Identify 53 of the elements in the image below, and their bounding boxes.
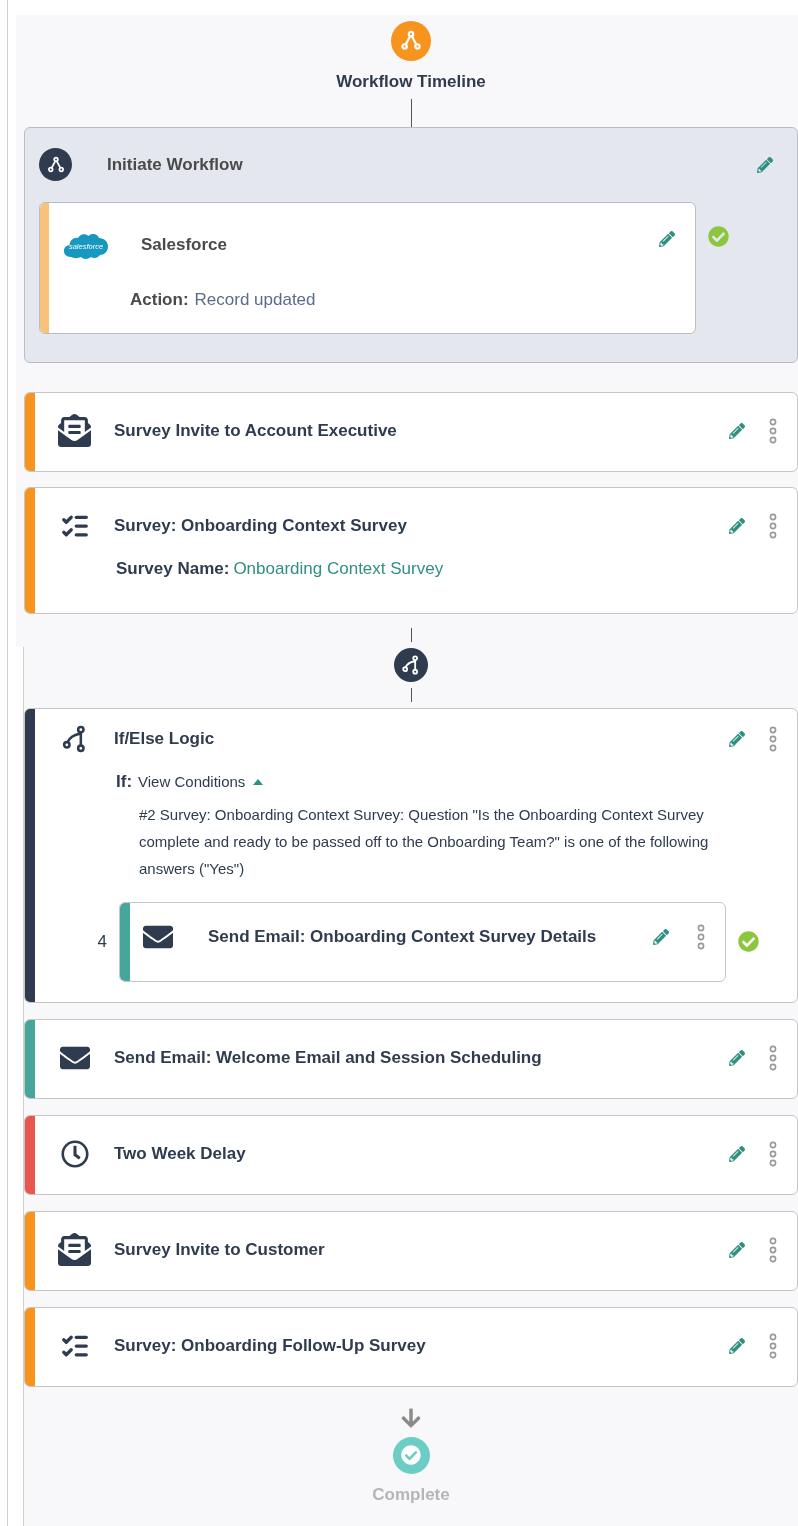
condition-label: If: [116,771,133,793]
edit-icon[interactable] [729,517,745,534]
step-title: Send Email: Welcome Email and Session Scheduling [114,1046,543,1069]
trigger-title: Initiate Workflow [107,153,244,176]
more-options-icon[interactable] [769,1236,777,1263]
step-title: Send Email: Onboarding Context Survey Details [208,925,598,948]
edit-icon[interactable] [659,230,675,247]
logic-card[interactable] [24,708,798,1003]
step-title: Survey Invite to Customer [114,1238,326,1261]
workflow-icon [391,21,431,61]
edit-icon[interactable] [729,1337,745,1354]
step-title: Two Week Delay [114,1142,247,1165]
more-options-icon[interactable] [769,512,777,539]
edit-icon[interactable] [757,156,773,173]
arrow-down-icon [400,1406,422,1429]
step-title: If/Else Logic [114,728,216,751]
view-conditions-toggle[interactable]: View Conditions [138,770,264,793]
integration-name: Salesforce [141,233,228,256]
survey-link[interactable]: Onboarding Context Survey [233,555,444,581]
step-card[interactable]: Survey: Onboarding Follow-Up Survey [24,1306,798,1387]
step-card[interactable]: Send Email: Welcome Email and Session Scheduling [24,1018,798,1099]
more-options-icon[interactable] [769,417,777,444]
step-title: Survey: Onboarding Context Survey [114,514,408,537]
clock-icon [60,1139,89,1168]
edit-icon[interactable] [729,1241,745,1258]
envelope-letter-icon [58,1233,91,1266]
complete-icon [392,1436,430,1474]
edit-icon[interactable] [729,422,745,439]
step-card[interactable]: Survey Invite to Customer [24,1210,798,1291]
more-options-icon[interactable] [769,1044,777,1071]
edit-icon[interactable] [653,928,669,945]
step-card[interactable]: Send Email: Onboarding Context Survey Details [119,901,726,982]
timeline-title: Workflow Timeline [336,71,486,93]
step-card[interactable]: Survey: Onboarding Context Survey Survey Name: Onboarding Context Survey [24,486,798,614]
complete-label: Complete [372,1483,450,1506]
edit-icon[interactable] [729,1049,745,1066]
action-label: Action: [130,288,189,311]
edit-icon[interactable] [729,731,745,747]
step-title: Survey Invite to Account Executive [114,419,398,442]
step-number: 4 [96,930,108,953]
detail-label: Survey Name: [116,557,230,580]
edit-icon[interactable] [729,1145,745,1162]
more-options-icon[interactable] [769,1140,777,1167]
step-card[interactable]: Survey Invite to Account Executive [24,391,798,472]
workflow-icon [39,148,72,181]
envelope-letter-icon [58,414,91,447]
more-options-icon[interactable] [769,1332,777,1359]
step-card[interactable]: Two Week Delay [24,1114,798,1195]
action-value: Record updated [194,288,316,311]
condition-text: #2 Survey: Onboarding Context Survey: Question "Is the Onboarding Context Survey complete and ready to be passed off to the Onboarding Team?" is one of the following answers ("Yes") [138,804,710,879]
step-title: Survey: Onboarding Follow-Up Survey [114,1334,427,1357]
more-options-icon[interactable] [697,923,705,950]
more-options-icon[interactable] [769,726,777,752]
